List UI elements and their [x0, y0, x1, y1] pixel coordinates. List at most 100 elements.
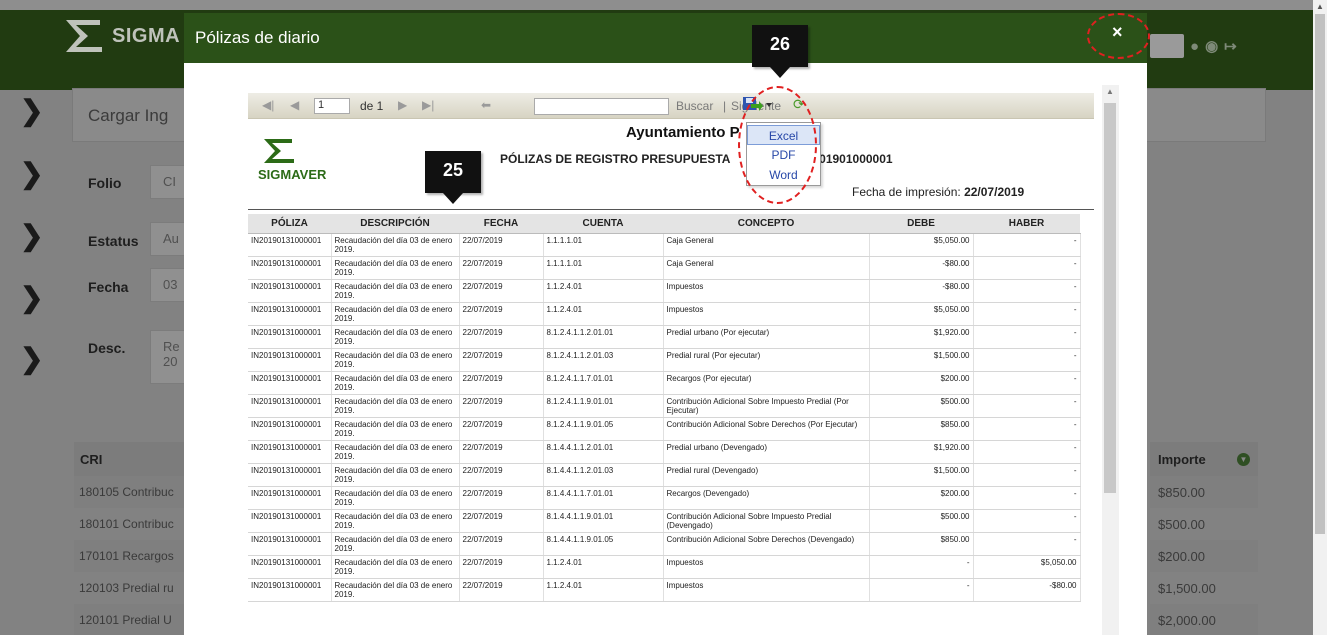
page-scrollbar[interactable]: ▲: [1313, 0, 1327, 635]
print-date-value: 22/07/2019: [964, 185, 1025, 199]
find-input[interactable]: [534, 98, 669, 115]
sidebar-arrow-icon[interactable]: ❯: [20, 97, 43, 125]
table-cell: IN20190131000001: [248, 532, 332, 556]
table-cell: 8.1.4.4.1.1.9.01.01: [543, 509, 664, 533]
column-header: DEBE: [869, 214, 973, 234]
table-row[interactable]: 180105 Contribuc: [74, 476, 194, 508]
table-cell: 8.1.4.4.1.1.2.01.01: [543, 440, 664, 464]
page-scroll-thumb[interactable]: [1315, 14, 1325, 534]
user-icon[interactable]: ●: [1190, 38, 1199, 55]
table-cell: -: [973, 302, 1081, 326]
sidebar-arrow-icon[interactable]: ❯: [20, 222, 43, 250]
top-strip: [0, 0, 1313, 10]
importe-cell: $200.00: [1150, 540, 1258, 572]
sort-icon[interactable]: ▼: [1237, 453, 1250, 466]
table-cell: $1,920.00: [869, 440, 974, 464]
table-row[interactable]: 120101 Predial U: [74, 604, 194, 635]
table-cell: Recaudación del día 03 de enero 2019.: [331, 256, 460, 280]
table-cell: Caja General: [663, 256, 870, 280]
page-title: Cargar Ing: [88, 106, 169, 125]
table-cell: Recaudación del día 03 de enero 2019.: [331, 325, 460, 349]
table-row[interactable]: 120103 Predial ru: [74, 572, 194, 604]
scroll-up-icon[interactable]: ▲: [1106, 87, 1114, 96]
table-cell: $1,500.00: [869, 348, 974, 372]
prev-page-icon[interactable]: ◀: [290, 98, 299, 112]
table-cell: Recaudación del día 03 de enero 2019.: [331, 302, 460, 326]
table-cell: Predial urbano (Por ejecutar): [663, 325, 870, 349]
table-row: IN20190131000001 Recaudación del día 03 d…: [248, 279, 1081, 303]
report-title: Ayuntamiento P: [626, 124, 740, 141]
polizas-modal: Pólizas de diario × ◀| ◀ 1 de 1 ▶ ▶| ⬅ B…: [184, 13, 1147, 635]
sigmaver-logo-icon: [264, 139, 294, 163]
back-icon[interactable]: ⬅: [481, 98, 491, 112]
table-cell: IN20190131000001: [248, 279, 332, 303]
column-header: HABER: [973, 214, 1080, 234]
table-cell: IN20190131000001: [248, 417, 332, 441]
cri-column-header[interactable]: CRI: [74, 442, 194, 476]
table-row[interactable]: 170101 Recargos: [74, 540, 194, 572]
toolbar-separator: |: [723, 99, 727, 113]
table-row: IN20190131000001 Recaudación del día 03 d…: [248, 509, 1081, 533]
table-cell: Recaudación del día 03 de enero 2019.: [331, 348, 460, 372]
sidebar-arrow-icon[interactable]: ❯: [20, 284, 43, 312]
desc-field[interactable]: Re 20: [150, 330, 186, 384]
table-cell: -: [869, 578, 974, 602]
search-link[interactable]: Buscar: [676, 99, 713, 113]
table-row: IN20190131000001 Recaudación del día 03 d…: [248, 417, 1081, 441]
report-divider: [248, 209, 1094, 210]
next-page-icon[interactable]: ▶: [398, 98, 407, 112]
last-page-icon[interactable]: ▶|: [422, 98, 434, 112]
table-cell: -: [973, 417, 1081, 441]
table-cell: Recaudación del día 03 de enero 2019.: [331, 555, 460, 579]
table-cell: IN20190131000001: [248, 486, 332, 510]
logout-icon[interactable]: ↦: [1224, 37, 1237, 55]
table-cell: 8.1.2.4.1.1.2.01.03: [543, 348, 664, 372]
field-label-folio: Folio: [88, 175, 122, 191]
table-cell: IN20190131000001: [248, 325, 332, 349]
column-header: CONCEPTO: [663, 214, 869, 234]
table-cell: -$80.00: [869, 279, 974, 303]
table-cell: $500.00: [869, 509, 974, 533]
sigma-logo-icon: [66, 20, 102, 52]
sidebar-arrow-icon[interactable]: ❯: [20, 345, 43, 373]
help-icon[interactable]: ◉: [1205, 37, 1218, 55]
table-cell: -: [973, 394, 1081, 418]
field-label-desc: Desc.: [88, 340, 126, 356]
table-cell: -: [973, 509, 1081, 533]
table-cell: -: [973, 348, 1081, 372]
table-row: IN20190131000001 Recaudación del día 03 d…: [248, 532, 1081, 556]
column-header: FECHA: [459, 214, 543, 234]
column-header: CUENTA: [543, 214, 663, 234]
table-cell: Impuestos: [663, 302, 870, 326]
table-cell: Recaudación del día 03 de enero 2019.: [331, 440, 460, 464]
report-subtitle-right: 201901000001: [812, 152, 893, 166]
report-page: SIGMAVER Ayuntamiento P PÓLIZAS DE REGIS…: [248, 119, 1094, 635]
table-cell: Recaudación del día 03 de enero 2019.: [331, 371, 460, 395]
table-cell: 22/07/2019: [459, 394, 544, 418]
report-scroll-thumb[interactable]: [1104, 103, 1116, 493]
table-cell: -: [973, 463, 1081, 487]
table-cell: 1.1.1.1.01: [543, 233, 664, 257]
page-number-input[interactable]: 1: [314, 98, 350, 114]
header-input[interactable]: [1150, 34, 1184, 58]
scroll-up-icon[interactable]: ▲: [1316, 2, 1324, 11]
importe-column-header[interactable]: Importe ▼: [1150, 442, 1258, 476]
table-cell: Recaudación del día 03 de enero 2019.: [331, 532, 460, 556]
table-cell: $850.00: [869, 532, 974, 556]
table-cell: Recaudación del día 03 de enero 2019.: [331, 463, 460, 487]
table-cell: 22/07/2019: [459, 325, 544, 349]
modal-title: Pólizas de diario: [195, 28, 320, 47]
close-annotation-circle: [1087, 13, 1150, 59]
first-page-icon[interactable]: ◀|: [262, 98, 274, 112]
report-logo-text: SIGMAVER: [258, 167, 327, 182]
table-cell: IN20190131000001: [248, 371, 332, 395]
table-cell: 8.1.2.4.1.1.7.01.01: [543, 371, 664, 395]
table-cell: 1.1.1.1.01: [543, 256, 664, 280]
table-row[interactable]: 180101 Contribuc: [74, 508, 194, 540]
table-cell: $500.00: [869, 394, 974, 418]
app-logo-text: SIGMA: [112, 24, 181, 47]
sidebar-arrow-icon[interactable]: ❯: [20, 160, 43, 188]
importe-cell: $2,000.00: [1150, 604, 1258, 635]
table-cell: -: [973, 486, 1081, 510]
report-scrollbar[interactable]: ▲: [1102, 85, 1119, 635]
